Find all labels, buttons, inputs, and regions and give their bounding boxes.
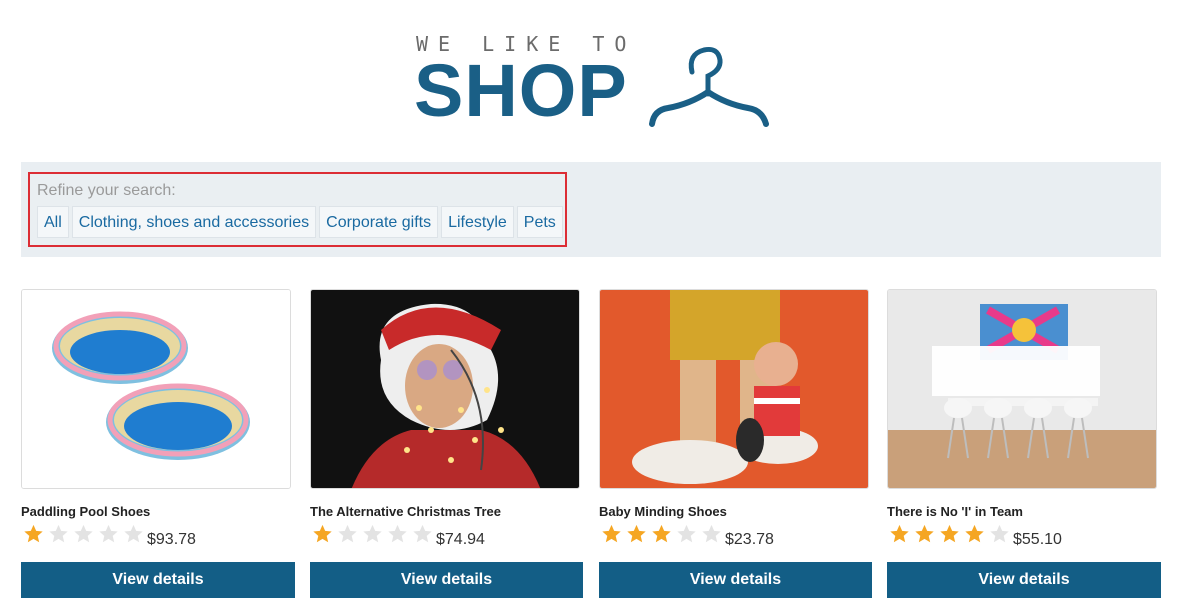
star-filled-icon [915, 524, 934, 543]
product-title[interactable]: Paddling Pool Shoes [21, 504, 150, 519]
star-filled-icon [652, 524, 671, 543]
star-empty-icon [388, 524, 407, 543]
star-filled-icon [24, 524, 43, 543]
product-price: $23.78 [725, 531, 774, 548]
hanger-icon [649, 47, 769, 127]
star-filled-icon [313, 524, 332, 543]
site-logo[interactable]: WE LIKE TO SHOP [414, 32, 770, 128]
product-rating [599, 523, 724, 545]
product-card: The Alternative Christmas Tree $74.94 Vi… [310, 289, 584, 601]
star-empty-icon [363, 524, 382, 543]
star-empty-icon [413, 524, 432, 543]
product-card: There is No 'I' in Team $55.10 View deta… [887, 289, 1161, 601]
product-rating [21, 523, 146, 545]
star-empty-icon [99, 524, 118, 543]
product-price: $74.94 [436, 531, 485, 548]
product-card: Paddling Pool Shoes $93.78 View details [21, 289, 295, 601]
product-title[interactable]: Baby Minding Shoes [599, 504, 727, 519]
filter-links: All Clothing, shoes and accessories Corp… [37, 206, 563, 238]
filter-lifestyle[interactable]: Lifestyle [441, 206, 514, 238]
product-image[interactable] [887, 289, 1157, 489]
product-grid: Paddling Pool Shoes $93.78 View details [21, 289, 1161, 601]
view-details-button[interactable]: View details [310, 562, 583, 598]
star-empty-icon [49, 524, 68, 543]
star-empty-icon [702, 524, 721, 543]
product-rating [310, 523, 435, 545]
star-empty-icon [74, 524, 93, 543]
star-filled-icon [890, 524, 909, 543]
logo-wordmark: SHOP [414, 49, 628, 132]
product-title[interactable]: There is No 'I' in Team [887, 504, 1023, 519]
product-title[interactable]: The Alternative Christmas Tree [310, 504, 501, 519]
product-image[interactable] [21, 289, 291, 489]
star-empty-icon [124, 524, 143, 543]
star-filled-icon [940, 524, 959, 543]
filter-all[interactable]: All [37, 206, 69, 238]
product-rating [887, 523, 1012, 545]
view-details-button[interactable]: View details [599, 562, 872, 598]
star-filled-icon [602, 524, 621, 543]
filter-corporate-gifts[interactable]: Corporate gifts [319, 206, 439, 238]
star-filled-icon [965, 524, 984, 543]
product-price: $55.10 [1013, 531, 1062, 548]
product-card: Baby Minding Shoes $23.78 View details [599, 289, 873, 601]
filter-box: Refine your search: All Clothing, shoes … [28, 172, 567, 247]
star-empty-icon [990, 524, 1009, 543]
star-filled-icon [627, 524, 646, 543]
star-empty-icon [677, 524, 696, 543]
product-image[interactable] [599, 289, 869, 489]
view-details-button[interactable]: View details [21, 562, 295, 598]
view-details-button[interactable]: View details [887, 562, 1161, 598]
filter-label: Refine your search: [37, 182, 176, 199]
product-price: $93.78 [147, 531, 196, 548]
product-image[interactable] [310, 289, 580, 489]
filter-section: Refine your search: All Clothing, shoes … [21, 162, 1161, 257]
filter-clothing-shoes-accessories[interactable]: Clothing, shoes and accessories [71, 206, 317, 238]
star-empty-icon [338, 524, 357, 543]
filter-pets[interactable]: Pets [516, 206, 563, 238]
